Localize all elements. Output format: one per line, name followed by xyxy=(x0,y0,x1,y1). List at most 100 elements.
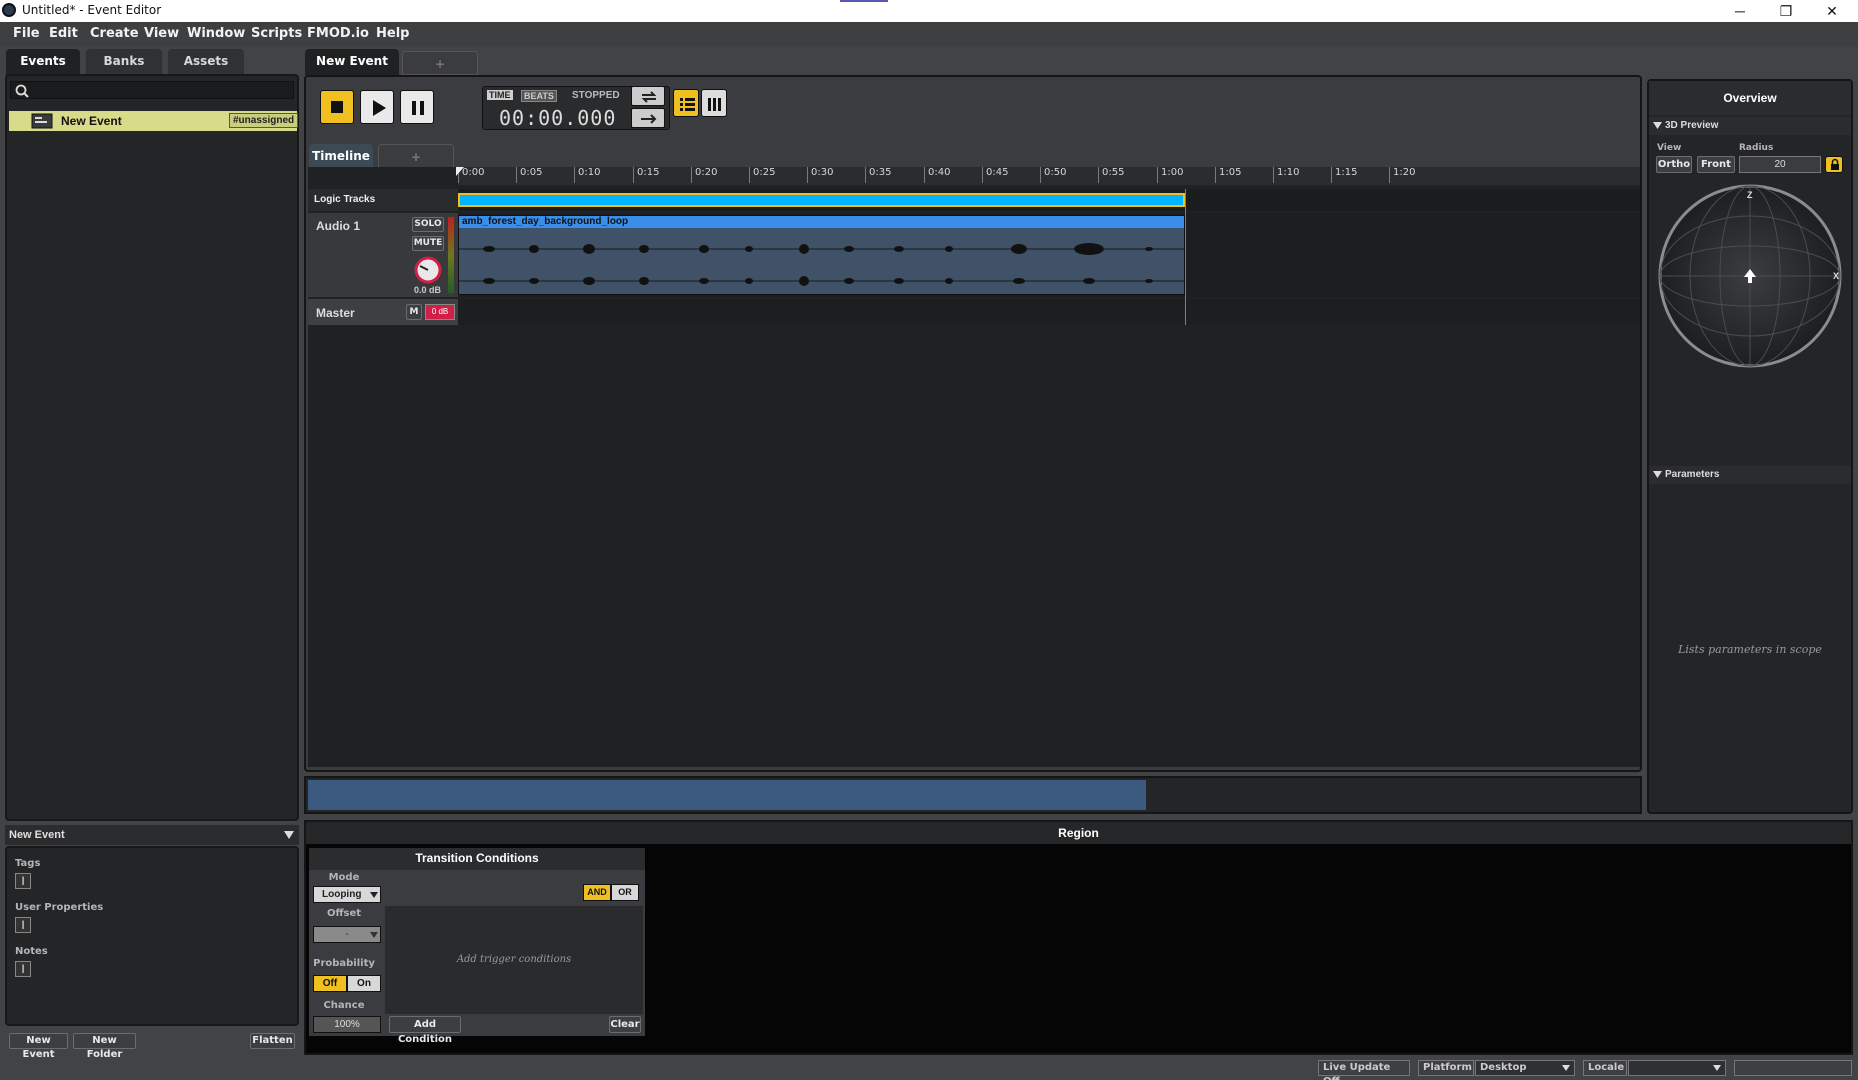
mode-dropdown[interactable]: Looping xyxy=(313,886,381,903)
tab-new-event[interactable]: New Event xyxy=(305,49,399,75)
platform-value: Desktop xyxy=(1480,1062,1527,1073)
master-volume-control[interactable]: 0 dB xyxy=(425,304,455,320)
mute-button[interactable]: MUTE xyxy=(412,236,444,251)
ortho-button[interactable]: Ortho xyxy=(1656,156,1692,173)
menu-fmodio[interactable]: FMOD.io xyxy=(307,26,369,41)
ruler-tick: 0:30 xyxy=(807,167,833,183)
pause-button[interactable] xyxy=(400,90,434,124)
audio-track-header[interactable]: Audio 1 SOLO MUTE 0.0 dB xyxy=(308,213,458,297)
3d-preview-sphere[interactable] xyxy=(1655,181,1845,371)
live-update-button[interactable]: Live Update Off xyxy=(1318,1060,1410,1080)
time-readout: 00:00.000 xyxy=(499,106,617,130)
volume-readout: 0.0 dB xyxy=(414,285,442,295)
time-ruler[interactable]: 0:00 0:05 0:10 0:15 0:20 0:25 0:30 0:35 … xyxy=(458,167,1640,185)
clip-name: amb_forest_day_background_loop xyxy=(462,216,629,227)
audio-clip[interactable]: amb_forest_day_background_loop xyxy=(458,215,1185,295)
solo-button[interactable]: SOLO xyxy=(412,217,444,232)
list-view-button[interactable] xyxy=(673,89,699,117)
clear-button[interactable]: Clear xyxy=(609,1016,641,1033)
ruler-tick: 0:10 xyxy=(574,167,600,183)
tab-events[interactable]: Events xyxy=(6,49,80,75)
transition-conditions-title: Transition Conditions xyxy=(309,848,645,870)
menu-edit[interactable]: Edit xyxy=(49,26,78,41)
chevron-down-icon xyxy=(1713,1065,1721,1071)
probability-off-button[interactable]: Off xyxy=(313,975,347,992)
parameters-header[interactable]: Parameters xyxy=(1649,466,1851,484)
lock-icon xyxy=(1831,158,1839,170)
event-browser: New Event #unassigned xyxy=(5,74,299,821)
overview-title: Overview xyxy=(1649,81,1851,115)
menu-help[interactable]: Help xyxy=(376,26,409,41)
audio-track-name: Audio 1 xyxy=(316,219,360,233)
loop-region[interactable] xyxy=(458,193,1185,207)
title-bar: Untitled* - Event Editor ─ ❐ ✕ xyxy=(0,0,1858,22)
minimize-button[interactable]: ─ xyxy=(1722,1,1758,21)
master-mute-button[interactable]: M xyxy=(406,304,422,320)
logic-tracks-label: Logic Tracks xyxy=(314,194,376,205)
collapse-icon xyxy=(1653,471,1662,478)
menu-window[interactable]: Window xyxy=(187,26,245,41)
time-mode-button[interactable]: TIME xyxy=(487,90,513,100)
platform-dropdown[interactable]: Desktop xyxy=(1475,1060,1575,1076)
and-button[interactable]: AND xyxy=(583,884,611,901)
inspector-header[interactable]: New Event xyxy=(5,825,299,845)
notes-edit-icon[interactable]: I xyxy=(15,961,31,977)
restore-button[interactable]: ❐ xyxy=(1768,1,1804,21)
offset-dropdown[interactable]: - xyxy=(313,926,381,943)
event-name: New Event xyxy=(61,114,122,128)
ruler-tick: 0:15 xyxy=(633,167,659,183)
user-properties-edit-icon[interactable]: I xyxy=(15,917,31,933)
play-icon xyxy=(373,100,386,116)
region-title: Region xyxy=(306,822,1851,844)
search-icon xyxy=(15,84,29,98)
logic-track-lane[interactable] xyxy=(458,189,1640,211)
menu-file[interactable]: File xyxy=(13,26,40,41)
play-button[interactable] xyxy=(360,90,394,124)
front-button[interactable]: Front xyxy=(1697,156,1735,173)
add-view-tab-button[interactable]: + xyxy=(378,144,454,168)
ruler-tick: 0:35 xyxy=(865,167,891,183)
close-button[interactable]: ✕ xyxy=(1814,1,1850,21)
event-list-item[interactable]: New Event #unassigned xyxy=(9,111,299,131)
chevron-down-icon xyxy=(370,892,378,898)
master-track-header[interactable]: Master M 0 dB xyxy=(308,299,458,325)
tab-assets[interactable]: Assets xyxy=(168,49,244,75)
new-event-button[interactable]: New Event xyxy=(9,1033,68,1060)
lock-button[interactable] xyxy=(1825,156,1843,173)
radius-input[interactable]: 20 xyxy=(1739,156,1821,173)
logic-tracks-header: Logic Tracks xyxy=(308,189,458,211)
search-input[interactable] xyxy=(10,81,294,99)
new-folder-button[interactable]: New Folder xyxy=(73,1033,136,1060)
tags-edit-icon[interactable]: I xyxy=(15,873,31,889)
menu-create[interactable]: Create xyxy=(90,26,139,41)
menu-view[interactable]: View xyxy=(144,26,179,41)
radius-label: Radius xyxy=(1739,143,1774,153)
follow-playback-button[interactable] xyxy=(631,108,665,128)
clip-header: amb_forest_day_background_loop xyxy=(459,216,1184,228)
add-condition-button[interactable]: Add Condition xyxy=(389,1016,461,1045)
scrollbar-thumb[interactable] xyxy=(308,780,1146,810)
menu-scripts[interactable]: Scripts xyxy=(251,26,302,41)
tab-banks[interactable]: Banks xyxy=(86,49,162,75)
add-editor-tab-button[interactable]: + xyxy=(402,51,478,75)
master-track-lane xyxy=(458,299,1640,325)
chance-input[interactable]: 100% xyxy=(313,1016,381,1033)
timeline-area: 0:00 0:05 0:10 0:15 0:20 0:25 0:30 0:35 … xyxy=(308,167,1640,767)
flatten-button[interactable]: Flatten xyxy=(250,1033,295,1049)
or-button[interactable]: OR xyxy=(611,884,639,901)
mixer-view-button[interactable] xyxy=(701,89,727,117)
pause-icon xyxy=(412,101,424,115)
transport-state: STOPPED xyxy=(572,90,620,101)
playhead-icon[interactable] xyxy=(456,167,466,177)
beats-mode-button[interactable]: BEATS xyxy=(521,90,557,102)
master-track-name: Master xyxy=(316,306,355,320)
locale-dropdown[interactable] xyxy=(1628,1060,1726,1076)
loop-playback-button[interactable] xyxy=(631,86,665,106)
volume-knob-icon[interactable] xyxy=(413,255,443,285)
stop-button[interactable] xyxy=(320,90,354,124)
title-accent xyxy=(840,0,888,2)
preview-3d-header[interactable]: 3D Preview xyxy=(1649,117,1851,135)
timeline-scrollbar[interactable] xyxy=(304,776,1642,814)
probability-on-button[interactable]: On xyxy=(347,975,381,992)
transition-conditions-panel: Mode Looping Offset - Probability Off On… xyxy=(309,870,645,1045)
